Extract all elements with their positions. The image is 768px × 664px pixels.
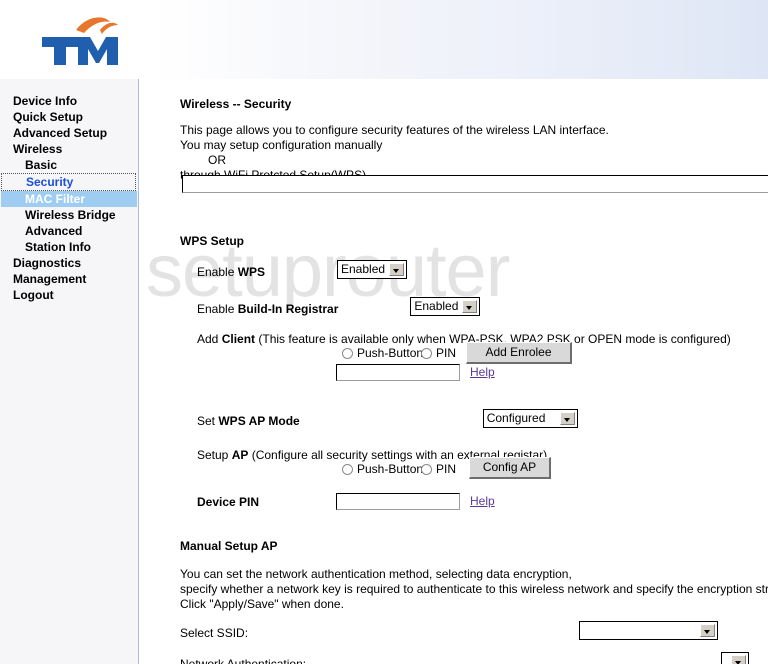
sidebar-item-advanced[interactable]: Advanced: [0, 223, 138, 239]
add-client-push-button-radio[interactable]: [342, 348, 353, 359]
chevron-down-icon[interactable]: [559, 412, 575, 425]
device-pin-label: Device PIN: [197, 495, 260, 509]
add-client-pin-input[interactable]: [336, 364, 460, 381]
enable-wps-select[interactable]: Enabled: [337, 260, 407, 279]
enable-registrar-value: Enabled: [414, 299, 459, 313]
sidebar-item-advanced-setup[interactable]: Advanced Setup: [0, 125, 138, 141]
sidebar-item-device-info[interactable]: Device Info: [0, 93, 138, 109]
add-enrolee-button[interactable]: Add Enrolee: [466, 342, 572, 364]
sidebar-item-wireless-bridge[interactable]: Wireless Bridge: [0, 207, 138, 223]
sidebar-item-station-info[interactable]: Station Info: [0, 239, 138, 255]
set-ap-mode-value: Configured: [486, 411, 546, 425]
sidebar-item-quick-setup[interactable]: Quick Setup: [0, 109, 138, 125]
sidebar-item-security[interactable]: Security: [1, 173, 136, 191]
wps-setup-heading: WPS Setup: [180, 234, 245, 248]
set-ap-mode-label-bold: WPS AP Mode: [218, 414, 300, 428]
add-client-pin-radio[interactable]: [421, 348, 432, 359]
setup-ap-push-button-label: Push-Button: [357, 462, 424, 476]
sidebar-item-management[interactable]: Management: [0, 271, 138, 287]
setup-ap-label-text: Setup: [197, 448, 232, 462]
enable-wps-label-text: Enable: [197, 265, 238, 279]
add-client-label-bold: Client: [221, 332, 256, 346]
setup-ap-push-button-radio[interactable]: [342, 464, 353, 475]
select-ssid-select[interactable]: [579, 621, 719, 640]
manual-desc-line-3: Click "Apply/Save" when done.: [180, 597, 344, 611]
sidebar-item-logout[interactable]: Logout: [0, 287, 138, 303]
set-ap-mode-label: Set WPS AP Mode: [197, 414, 300, 428]
enable-registrar-label-text: Enable: [197, 302, 238, 316]
page-header: [0, 0, 768, 79]
tm-logo: [38, 8, 128, 68]
network-authentication-label: Network Authentication:: [180, 657, 307, 664]
network-authentication-select[interactable]: [721, 652, 750, 664]
manual-desc-line-1: You can set the network authentication m…: [180, 567, 572, 581]
add-client-label-text: Add: [197, 332, 222, 346]
enable-registrar-label-bold: Build-In Registrar: [237, 302, 339, 316]
sidebar-item-wireless[interactable]: Wireless: [0, 141, 138, 157]
chevron-down-icon[interactable]: [700, 624, 716, 637]
enable-registrar-select[interactable]: Enabled: [410, 297, 481, 316]
setup-ap-pin-label: PIN: [436, 462, 457, 476]
setup-ap-label-bold: AP: [231, 448, 249, 462]
sidebar-item-diagnostics[interactable]: Diagnostics: [0, 255, 138, 271]
sidebar-item-mac-filter[interactable]: MAC Filter: [1, 191, 137, 207]
device-pin-input[interactable]: [336, 493, 460, 510]
intro-line-3: OR: [208, 153, 226, 167]
add-client-pin-label: PIN: [436, 346, 457, 360]
config-ap-button[interactable]: Config AP: [469, 457, 551, 479]
chevron-down-icon[interactable]: [462, 300, 478, 313]
device-pin-help-link[interactable]: Help: [470, 494, 495, 508]
intro-line-1: This page allows you to configure securi…: [180, 123, 609, 137]
manual-desc-line-2: specify whether a network key is require…: [180, 582, 768, 596]
enable-wps-value: Enabled: [341, 262, 386, 276]
chevron-down-icon[interactable]: [389, 263, 404, 276]
set-ap-mode-label-text: Set: [197, 414, 219, 428]
enable-registrar-label: Enable Build-In Registrar: [197, 302, 338, 316]
add-client-help-link[interactable]: Help: [470, 365, 495, 379]
enable-wps-label-bold: WPS: [237, 265, 266, 279]
intro-line-2: You may setup configuration manually: [180, 138, 383, 152]
add-client-label: Add Client (This feature is available on…: [197, 332, 731, 346]
enable-wps-label: Enable WPS: [197, 265, 265, 279]
manual-setup-heading: Manual Setup AP: [180, 539, 278, 553]
wps-top-input[interactable]: [182, 175, 768, 193]
page-title: Wireless -- Security: [180, 97, 292, 111]
main-content: Wireless -- Security This page allows yo…: [140, 79, 768, 664]
setup-ap-pin-radio[interactable]: [421, 464, 432, 475]
add-client-push-button-label: Push-Button: [357, 346, 424, 360]
sidebar-nav: Device Info Quick Setup Advanced Setup W…: [0, 79, 139, 664]
sidebar-item-basic[interactable]: Basic: [0, 157, 138, 173]
chevron-down-icon[interactable]: [731, 655, 747, 664]
set-ap-mode-select[interactable]: Configured: [482, 409, 578, 428]
select-ssid-label: Select SSID:: [180, 626, 249, 640]
